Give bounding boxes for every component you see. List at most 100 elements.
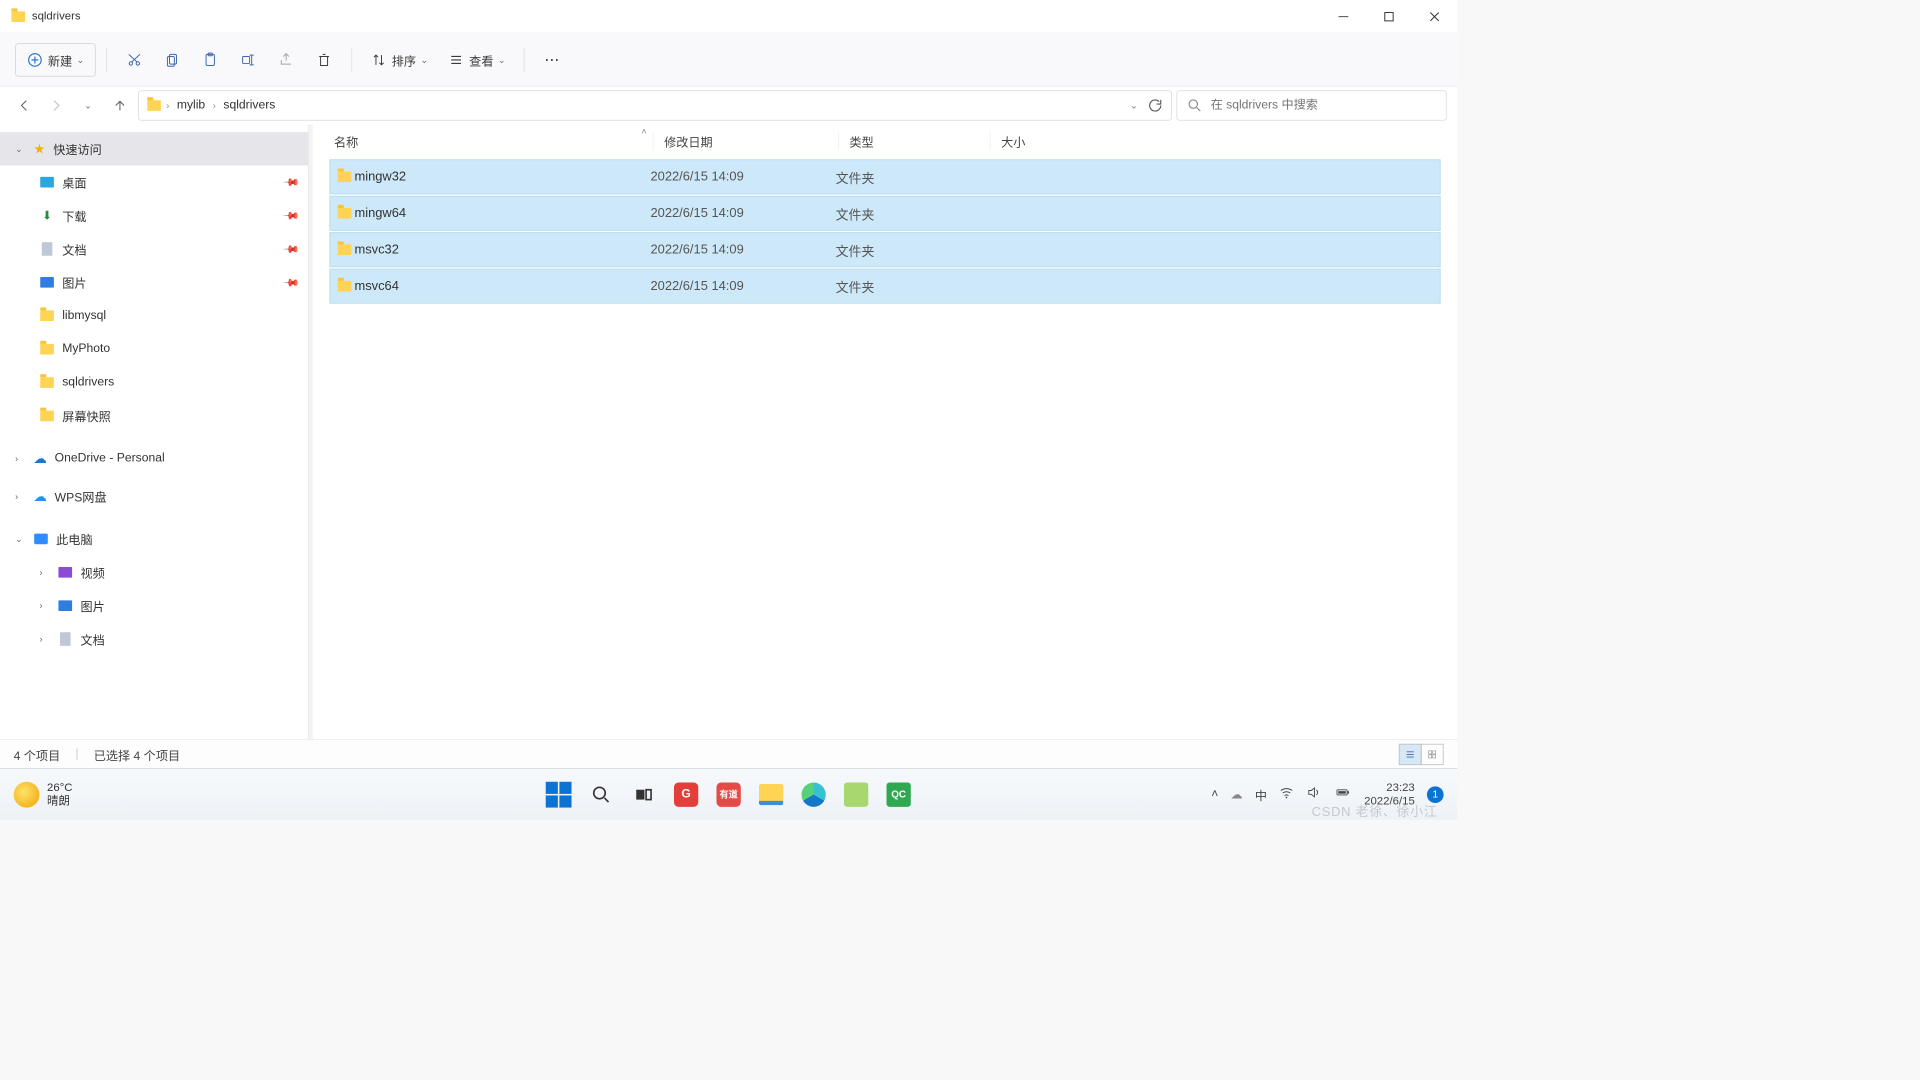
taskbar-app-explorer[interactable] (754, 778, 787, 811)
search-box[interactable] (1176, 90, 1446, 120)
sidebar-item-documents[interactable]: 文档📌 (0, 232, 308, 265)
cut-button[interactable] (118, 43, 151, 76)
chevron-right-icon[interactable]: › (39, 567, 50, 578)
view-details-button[interactable] (1399, 743, 1422, 764)
sidebar-item-videos[interactable]: ›视频 (0, 556, 308, 589)
folder-icon (39, 408, 54, 423)
start-button[interactable] (542, 778, 575, 811)
sidebar-onedrive[interactable]: ›☁OneDrive - Personal (0, 442, 308, 475)
recent-button[interactable]: ⌄ (74, 92, 101, 119)
sidebar-item-libmysql[interactable]: libmysql (0, 299, 308, 332)
minimize-button[interactable] (1321, 0, 1367, 33)
pin-icon: 📌 (282, 273, 300, 291)
chevron-right-icon[interactable]: › (15, 491, 26, 502)
file-row[interactable]: msvc322022/6/15 14:09文件夹 (329, 232, 1440, 267)
sidebar-item-sqldrivers[interactable]: sqldrivers (0, 366, 308, 399)
sort-label: 排序 (392, 50, 416, 68)
folder-icon (335, 208, 355, 219)
wifi-icon[interactable] (1279, 785, 1294, 804)
sidebar-item-myphoto[interactable]: MyPhoto (0, 332, 308, 365)
sidebar-quick-access[interactable]: ⌄ ★ 快速访问 (0, 132, 308, 165)
tray-chevron-icon[interactable]: ˄ (1211, 787, 1218, 801)
battery-icon[interactable] (1334, 785, 1352, 804)
delete-button[interactable] (307, 43, 340, 76)
file-date: 2022/6/15 14:09 (650, 242, 835, 257)
new-label: 新建 (48, 50, 72, 68)
status-selected: 已选择 4 个项目 (94, 745, 180, 763)
taskbar-app-youdao[interactable]: 有道 (712, 778, 745, 811)
column-name[interactable]: 名称˄ (334, 132, 653, 150)
windows-icon (546, 781, 572, 807)
volume-icon[interactable] (1306, 785, 1321, 804)
back-button[interactable] (11, 92, 38, 119)
file-name: msvc32 (354, 242, 650, 257)
copy-button[interactable] (156, 43, 189, 76)
view-large-button[interactable] (1421, 743, 1444, 764)
folder-icon (335, 244, 355, 255)
chevron-down-icon[interactable]: ⌄ (15, 534, 26, 545)
folder-icon (39, 375, 54, 390)
sidebar-item-screenshots[interactable]: 屏幕快照 (0, 399, 308, 432)
notification-count[interactable]: 1 (1427, 786, 1444, 803)
breadcrumb-item[interactable]: sqldrivers (220, 97, 278, 114)
up-button[interactable] (106, 92, 133, 119)
weather-widget[interactable]: 26°C晴朗 (14, 781, 73, 807)
sidebar-item-documents2[interactable]: ›文档 (0, 622, 308, 655)
rename-button[interactable] (232, 43, 265, 76)
taskbar-app-netease[interactable]: G (669, 778, 702, 811)
chevron-right-icon: › (166, 100, 169, 111)
file-row[interactable]: msvc642022/6/15 14:09文件夹 (329, 269, 1440, 304)
column-type[interactable]: 类型 (838, 132, 990, 150)
chevron-right-icon[interactable]: › (39, 634, 50, 645)
new-button[interactable]: 新建 ⌄ (15, 43, 96, 76)
taskbar-search[interactable] (584, 778, 617, 811)
more-button[interactable]: ⋯ (535, 43, 568, 76)
sort-asc-icon: ˄ (641, 126, 646, 137)
column-date[interactable]: 修改日期 (653, 132, 838, 150)
chevron-down-icon[interactable]: ⌄ (1130, 100, 1138, 111)
window-title: sqldrivers (32, 10, 81, 23)
sidebar-item-label: 文档 (62, 240, 86, 258)
refresh-icon[interactable] (1147, 97, 1164, 114)
desktop-icon (39, 175, 54, 190)
sidebar-item-desktop[interactable]: 桌面📌 (0, 165, 308, 198)
address-bar[interactable]: › mylib › sqldrivers ⌄ (138, 90, 1172, 120)
maximize-button[interactable] (1366, 0, 1412, 33)
clock[interactable]: 23:232022/6/15 (1364, 781, 1415, 807)
search-input[interactable] (1211, 99, 1437, 113)
sidebar-item-downloads[interactable]: ⬇下载📌 (0, 199, 308, 232)
sort-button[interactable]: 排序 ⌄ (363, 43, 436, 76)
file-rows: mingw322022/6/15 14:09文件夹 mingw642022/6/… (313, 158, 1458, 305)
column-size[interactable]: 大小 (990, 132, 1104, 150)
chevron-right-icon[interactable]: › (39, 600, 50, 611)
ime-indicator[interactable]: 中 (1255, 785, 1267, 803)
folder-icon (39, 342, 54, 357)
chevron-right-icon[interactable]: › (15, 453, 26, 464)
file-row[interactable]: mingw322022/6/15 14:09文件夹 (329, 159, 1440, 194)
task-view-button[interactable] (627, 778, 660, 811)
explorer-window: sqldrivers 新建 ⌄ 排序 ⌄ 查看 ⌄ (0, 0, 1457, 768)
paste-button[interactable] (194, 43, 227, 76)
taskbar-app-notepadpp[interactable] (839, 778, 872, 811)
view-button[interactable]: 查看 ⌄ (440, 43, 513, 76)
breadcrumb-item[interactable]: mylib (174, 97, 208, 114)
file-row[interactable]: mingw642022/6/15 14:09文件夹 (329, 196, 1440, 231)
status-bar: 4 个项目 | 已选择 4 个项目 (0, 739, 1457, 768)
taskbar-app-qtcreator[interactable]: QC (882, 778, 915, 811)
taskbar-app-edge[interactable] (797, 778, 830, 811)
forward-button[interactable] (43, 92, 70, 119)
sidebar-item-pictures[interactable]: 图片📌 (0, 266, 308, 299)
sidebar-item-label: 图片 (80, 597, 104, 615)
search-icon (1186, 97, 1203, 114)
share-button[interactable] (270, 43, 303, 76)
onedrive-tray-icon[interactable]: ☁ (1231, 787, 1243, 802)
app-icon: G (674, 782, 698, 806)
sidebar-item-pictures2[interactable]: › 图片 (0, 589, 308, 622)
chevron-right-icon: › (213, 100, 216, 111)
chevron-down-icon[interactable]: ⌄ (15, 143, 26, 154)
separator (106, 47, 107, 71)
close-button[interactable] (1412, 0, 1458, 33)
sidebar-wps[interactable]: ›☁WPS网盘 (0, 480, 308, 513)
sidebar-this-pc[interactable]: ⌄此电脑 (0, 522, 308, 555)
sun-icon (14, 781, 40, 807)
